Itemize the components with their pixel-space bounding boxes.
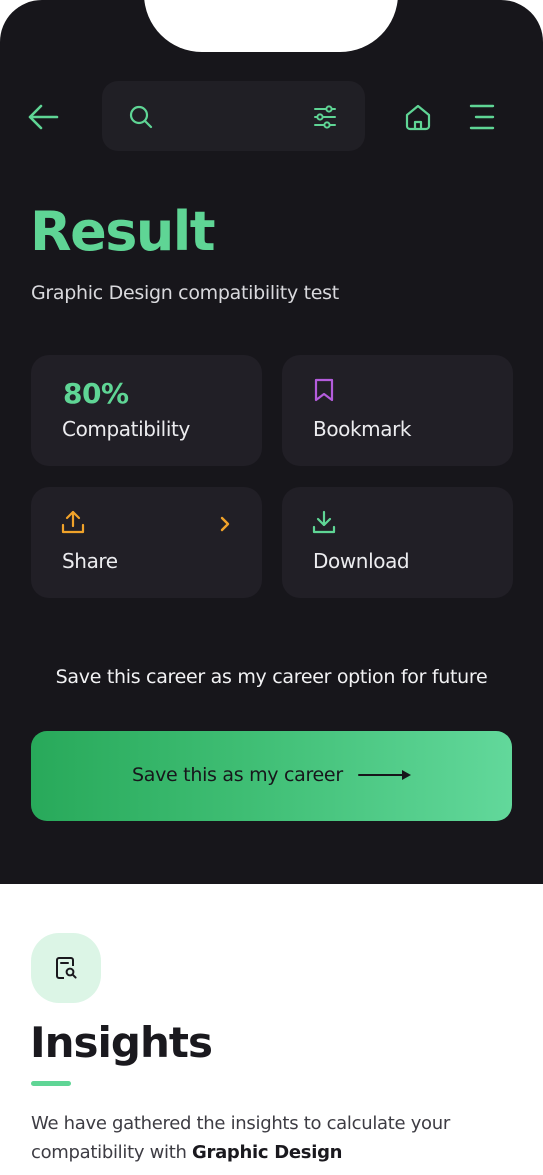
arrow-left-icon[interactable] [26, 100, 60, 134]
download-icon [312, 510, 336, 534]
device-notch [144, 0, 398, 52]
insights-title: Insights [30, 1018, 213, 1067]
bookmark-label: Bookmark [313, 417, 412, 441]
insights-description: We have gathered the insights to calcula… [31, 1109, 511, 1167]
share-label: Share [62, 549, 118, 573]
download-button[interactable]: Download [282, 487, 513, 598]
insights-description-career: Graphic Design [192, 1142, 343, 1163]
save-career-label: Save this as my career [132, 764, 343, 786]
share-button[interactable]: Share [31, 487, 262, 598]
upload-icon [61, 510, 85, 534]
home-icon[interactable] [403, 102, 433, 132]
menu-icon[interactable] [468, 102, 496, 132]
insights-badge [31, 933, 101, 1003]
arrow-right-icon [358, 770, 411, 780]
save-career-button[interactable]: Save this as my career [31, 731, 512, 821]
page-title: Result [30, 200, 216, 263]
insights-underline [31, 1081, 71, 1086]
document-search-icon [56, 957, 77, 979]
search-bar[interactable] [102, 81, 365, 151]
compatibility-value: 80% [63, 377, 129, 410]
compatibility-label: Compatibility [62, 417, 190, 441]
page-subtitle: Graphic Design compatibility test [31, 282, 339, 304]
chevron-right-icon [220, 516, 230, 532]
compatibility-card: 80% Compatibility [31, 355, 262, 466]
save-prompt: Save this career as my career option for… [55, 666, 488, 688]
result-screen: Result Graphic Design compatibility test… [0, 0, 543, 1175]
search-icon [129, 105, 153, 129]
bookmark-icon [314, 378, 334, 402]
bookmark-button[interactable]: Bookmark [282, 355, 513, 466]
download-label: Download [313, 549, 410, 573]
sliders-icon[interactable] [312, 104, 338, 130]
